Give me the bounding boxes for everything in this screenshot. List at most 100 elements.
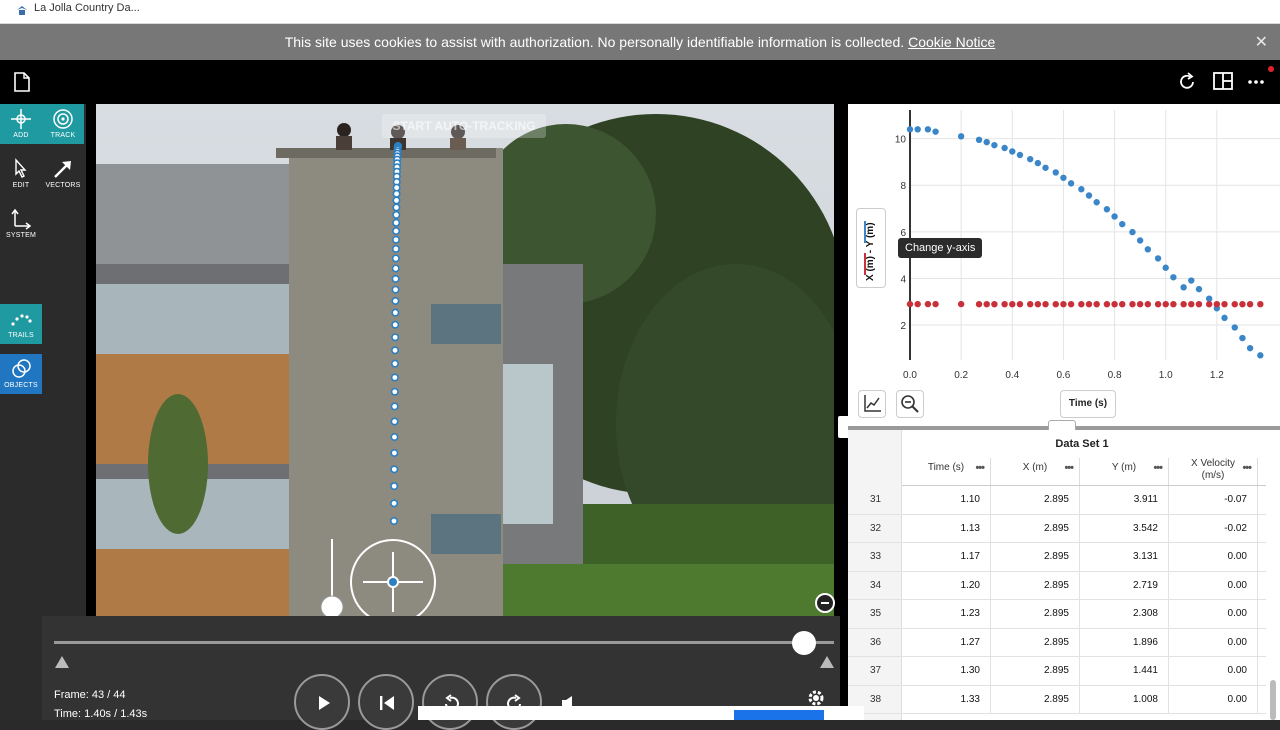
x-velocity-cell[interactable]: 0.00: [1169, 657, 1258, 685]
column-menu-icon[interactable]: •••: [1064, 462, 1074, 474]
trails-dots-icon: [11, 314, 32, 326]
vectors-tool-button[interactable]: VECTORS: [42, 154, 84, 194]
data-set-title[interactable]: Data Set 1: [902, 438, 1262, 450]
panel-divider[interactable]: [838, 104, 850, 720]
x-velocity-cell[interactable]: 0.00: [1169, 628, 1258, 656]
time-cell[interactable]: 1.10: [902, 486, 991, 514]
trails-tool-button[interactable]: TRAILS: [0, 304, 42, 344]
row-number: 31: [870, 494, 882, 505]
step-forward-button[interactable]: [486, 674, 542, 730]
y-axis-selector-button[interactable]: X (m) - Y (m): [856, 208, 886, 288]
data-point-ym: [957, 133, 965, 140]
x-velocity-cell[interactable]: -0.07: [1169, 486, 1258, 514]
time-cell[interactable]: 1.30: [902, 657, 991, 685]
timeline-slider[interactable]: [54, 641, 834, 644]
system-tool-button[interactable]: SYSTEM: [0, 204, 42, 244]
column-menu-icon[interactable]: •••: [975, 462, 985, 474]
x-tick-label: 1.0: [1159, 370, 1173, 381]
table-row[interactable]: 33 1.17 2.895 3.131 0.00: [848, 543, 1266, 572]
x-cell[interactable]: 2.895: [991, 571, 1080, 599]
cookie-notice-link[interactable]: Cookie Notice: [908, 34, 995, 50]
edit-tool-button[interactable]: EDIT: [0, 154, 42, 194]
y-cell[interactable]: 1.441: [1080, 657, 1169, 685]
x-velocity-cell[interactable]: 0.00: [1169, 685, 1258, 713]
add-tool-button[interactable]: ADD: [0, 104, 42, 144]
trajectory-point: [390, 417, 399, 426]
start-auto-tracking-button[interactable]: START AUTO-TRACKING: [382, 114, 546, 138]
end-marker-icon[interactable]: [820, 656, 834, 668]
x-cell[interactable]: 2.895: [991, 685, 1080, 713]
skip-to-start-button[interactable]: [358, 674, 414, 730]
x-velocity-cell[interactable]: -0.02: [1169, 514, 1258, 542]
column-header-x[interactable]: X (m) •••: [991, 458, 1080, 485]
row-number: 33: [870, 551, 882, 562]
close-icon[interactable]: ✕: [1255, 32, 1268, 52]
data-point-ym: [983, 138, 990, 146]
table-row[interactable]: 34 1.20 2.895 2.719 0.00: [848, 571, 1266, 600]
gear-icon[interactable]: [806, 688, 826, 708]
table-row[interactable]: 31 1.10 2.895 3.911 -0.07: [848, 486, 1266, 515]
y-cell[interactable]: 3.911: [1080, 486, 1169, 514]
graph-zoom-button[interactable]: [896, 390, 924, 418]
row-number: 36: [870, 636, 882, 648]
x-cell[interactable]: 2.895: [991, 514, 1080, 542]
y-cell[interactable]: 2.308: [1080, 600, 1169, 628]
y-cell[interactable]: 1.896: [1080, 628, 1169, 656]
data-point-xm: [1026, 300, 1034, 308]
column-menu-icon[interactable]: •••: [1242, 462, 1252, 474]
time-cell[interactable]: 1.27: [902, 628, 991, 656]
x-velocity-cell[interactable]: 0.00: [1169, 571, 1258, 599]
column-header-x-velocity[interactable]: X Velocity (m/s) •••: [1169, 458, 1258, 485]
timeline-slider-knob[interactable]: [792, 631, 816, 655]
table-scrollbar[interactable]: [1270, 680, 1276, 720]
layout-icon[interactable]: [1212, 70, 1233, 92]
y-cell[interactable]: 1.008: [1080, 685, 1169, 713]
more-options-icon[interactable]: [1246, 70, 1266, 92]
time-cell[interactable]: 1.13: [902, 514, 991, 542]
y-cell[interactable]: 3.131: [1080, 543, 1169, 571]
x-axis-selector-button[interactable]: Time (s): [1060, 390, 1116, 418]
series-color-swatch: [864, 253, 866, 275]
x-cell[interactable]: 2.895: [991, 600, 1080, 628]
tab-title[interactable]: La Jolla Country Da...: [34, 2, 140, 14]
position-time-chart[interactable]: 0.0 0.2 0.4 0.6 0.8 1.0 1.2246810: [848, 104, 1280, 426]
video-canvas[interactable]: START AUTO-TRACKING: [86, 104, 840, 616]
step-back-button[interactable]: [422, 674, 478, 730]
data-point-ym: [1231, 324, 1238, 331]
time-cell[interactable]: 1.23: [902, 600, 991, 628]
y-cell[interactable]: 2.719: [1080, 571, 1169, 599]
series-color-swatch: [864, 221, 866, 243]
time-cell[interactable]: 1.20: [902, 571, 991, 599]
trajectory-point: [391, 308, 400, 317]
x-velocity-cell[interactable]: 0.00: [1169, 600, 1258, 628]
table-row[interactable]: 35 1.23 2.895 2.308 0.00: [848, 600, 1266, 629]
column-header-time[interactable]: Time (s) •••: [902, 458, 991, 485]
graph-fit-button[interactable]: [858, 390, 886, 418]
table-row[interactable]: 36 1.27 2.895 1.896 0.00: [848, 628, 1266, 657]
trajectory-point: [392, 218, 401, 227]
zoom-out-icon[interactable]: [815, 593, 835, 613]
column-menu-icon[interactable]: •••: [1153, 462, 1163, 474]
table-row[interactable]: 38 1.33 2.895 1.008 0.00: [848, 685, 1266, 714]
table-row[interactable]: 32 1.13 2.895 3.542 -0.02: [848, 514, 1266, 543]
y-cell[interactable]: 3.542: [1080, 514, 1169, 542]
file-menu-icon[interactable]: [14, 72, 30, 92]
reset-icon[interactable]: [1178, 70, 1198, 92]
play-button[interactable]: [294, 674, 350, 730]
objects-tool-button[interactable]: OBJECTS: [0, 354, 42, 394]
track-tool-button[interactable]: TRACK: [42, 104, 84, 144]
column-header-y[interactable]: Y (m) •••: [1080, 458, 1169, 485]
data-point-xm: [1231, 300, 1238, 308]
start-marker-icon[interactable]: [55, 656, 69, 668]
line-chart-icon: [864, 395, 881, 412]
x-cell[interactable]: 2.895: [991, 628, 1080, 656]
table-row[interactable]: 37 1.30 2.895 1.441 0.00: [848, 657, 1266, 686]
dialog-primary-button[interactable]: [734, 710, 824, 720]
x-cell[interactable]: 2.895: [991, 486, 1080, 514]
x-cell[interactable]: 2.895: [991, 657, 1080, 685]
data-point-xm: [1195, 300, 1203, 308]
x-cell[interactable]: 2.895: [991, 543, 1080, 571]
time-cell[interactable]: 1.17: [902, 543, 991, 571]
x-velocity-cell[interactable]: 0.00: [1169, 543, 1258, 571]
time-cell[interactable]: 1.33: [902, 685, 991, 713]
